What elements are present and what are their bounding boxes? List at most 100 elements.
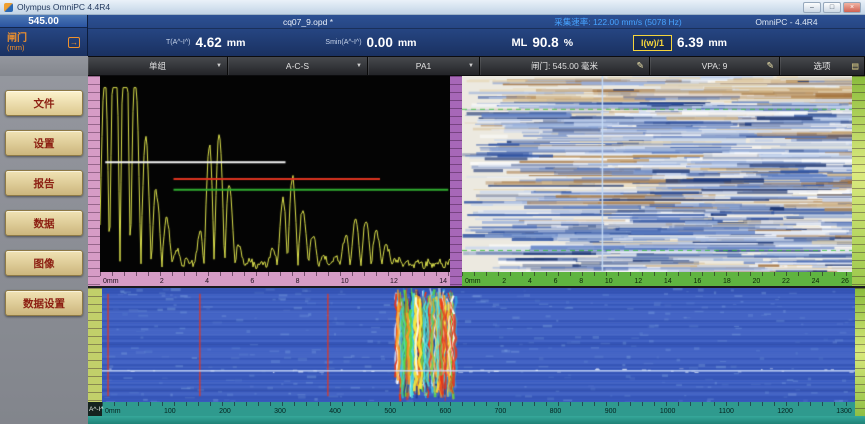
reading-unit: mm — [398, 37, 417, 49]
bscan-panel: A^-I^ 0mm1002003004005006007008009001000… — [88, 286, 865, 416]
sidebar: 文件 设置 报告 数据 图像 数据设置 — [0, 76, 88, 424]
ruler-label: 100 — [164, 408, 176, 415]
chevron-down-icon: ▼ — [356, 63, 362, 69]
minimize-button[interactable]: – — [803, 2, 821, 13]
ruler-label: 4 — [205, 278, 209, 285]
bscan-view[interactable] — [102, 288, 855, 402]
close-button[interactable]: × — [843, 2, 861, 13]
gate-label-group: 闸门 (mm) — [7, 33, 27, 52]
reading-unit: mm — [708, 37, 727, 49]
toolbar-gate-edit[interactable]: 闸门: 545.00 毫米 ✎ — [480, 57, 650, 75]
toolbar-vpa-label: VPA: 9 — [702, 61, 728, 71]
reading-label: ML — [512, 37, 528, 49]
toolbar-group-label: 单组 — [149, 60, 166, 72]
bscan-axis-corner: A^-I^ — [88, 402, 102, 416]
scan-index-ruler — [450, 76, 462, 286]
ruler-label: 1300 — [836, 408, 852, 415]
ruler-label: 26 — [841, 278, 849, 285]
app-icon — [4, 3, 13, 12]
sidebar-item-data[interactable]: 数据 — [5, 210, 83, 236]
ruler-label: 24 — [812, 278, 820, 285]
ruler-label: 22 — [782, 278, 790, 285]
maximize-button[interactable]: □ — [823, 2, 841, 13]
ruler-label: 300 — [274, 408, 286, 415]
toolbar-layout-dropdown[interactable]: A-C-S ▼ — [228, 57, 368, 75]
ruler-label: 4 — [528, 278, 532, 285]
tools-icon: ▤ — [851, 62, 859, 71]
reading-unit: mm — [227, 37, 246, 49]
reading-label: Smin(A^-I^) — [325, 39, 361, 46]
ruler-label: 700 — [495, 408, 507, 415]
ascan-bottom-ruler: 0mm2468101214 — [100, 272, 450, 286]
sidebar-item-image[interactable]: 图像 — [5, 250, 83, 276]
acquisition-rate: 采集速率: 122.00 mm/s (5078 Hz) — [528, 16, 708, 28]
ruler-label: 800 — [550, 408, 562, 415]
ruler-label: 12 — [634, 278, 642, 285]
ruler-label: 18 — [723, 278, 731, 285]
app-version: OmniPC - 4.4R4 — [708, 17, 865, 27]
chevron-down-icon: ▼ — [216, 63, 222, 69]
ruler-label: 6 — [250, 278, 254, 285]
cscan-panel: 0mm2468101214161820222426 — [462, 76, 865, 286]
sidebar-item-data-settings[interactable]: 数据设置 — [5, 290, 83, 316]
acq-rate-value: 122.00 mm/s (5078 Hz) — [593, 17, 682, 27]
ruler-label: 1200 — [777, 408, 793, 415]
ruler-label: 0mm — [465, 278, 481, 285]
ruler-label: 20 — [753, 278, 761, 285]
toolbar-gate-label: 闸门: 545.00 毫米 — [531, 60, 598, 72]
reading-value: 6.39 — [677, 35, 703, 50]
toolbar-probe-label: PA1 — [416, 61, 431, 71]
pencil-icon: ✎ — [636, 61, 644, 72]
ruler-label: 200 — [219, 408, 231, 415]
amplitude-palette-ruler — [852, 76, 865, 286]
toolbar-options-button[interactable]: 选项 ▤ — [780, 57, 865, 75]
bscan-right-ruler — [855, 288, 865, 416]
gate-arrow-icon[interactable]: → — [68, 37, 80, 48]
reading-label-highlighted: I(w)/1 — [633, 35, 672, 51]
toolbar-lead-spacer — [0, 56, 88, 76]
ruler-label: 0mm — [103, 278, 119, 285]
toolbar-vpa-edit[interactable]: VPA: 9 ✎ — [650, 57, 780, 75]
cscan-view[interactable] — [462, 76, 852, 272]
toolbar-group-dropdown[interactable]: 单组 ▼ — [88, 57, 228, 75]
reading-thickness[interactable]: T(A^-I^) 4.62 mm — [166, 35, 245, 50]
header-main: cq07_9.opd * 采集速率: 122.00 mm/s (5078 Hz)… — [88, 15, 865, 56]
readings-bar: T(A^-I^) 4.62 mm Smin(A^-I^) 0.00 mm ML … — [88, 29, 865, 56]
status-strip — [88, 416, 865, 424]
bscan-axis-label: A^-I^ — [88, 406, 103, 413]
reading-iw[interactable]: I(w)/1 6.39 mm — [633, 35, 727, 51]
toolbar-layout-label: A-C-S — [286, 61, 309, 71]
ruler-label: 2 — [502, 278, 506, 285]
ruler-label: 400 — [329, 408, 341, 415]
gate-unit: (mm) — [7, 44, 27, 52]
titlebar: Olympus OmniPC 4.4R4 – □ × — [0, 0, 865, 15]
omnipc-window: Olympus OmniPC 4.4R4 – □ × 545.00 闸门 (mm… — [0, 0, 865, 424]
toolbar-probe-dropdown[interactable]: PA1 ▼ — [368, 57, 480, 75]
ruler-label: 6 — [554, 278, 558, 285]
ruler-label: 10 — [341, 278, 349, 285]
sidebar-item-settings[interactable]: 设置 — [5, 130, 83, 156]
sidebar-item-report[interactable]: 报告 — [5, 170, 83, 196]
reading-value: 4.62 — [195, 35, 221, 50]
bscan-bottom-ruler: 0mm1002003004005006007008009001000110012… — [102, 402, 855, 416]
gate-readout[interactable]: 545.00 闸门 (mm) → — [0, 15, 88, 56]
ruler-label: 1000 — [660, 408, 676, 415]
sidebar-item-file[interactable]: 文件 — [5, 90, 83, 116]
acq-rate-label: 采集速率: — [554, 17, 590, 27]
ruler-label: 16 — [693, 278, 701, 285]
ruler-label: 14 — [664, 278, 672, 285]
reading-ml[interactable]: ML 90.8 % — [512, 35, 574, 50]
ruler-label: 8 — [296, 278, 300, 285]
ruler-label: 12 — [390, 278, 398, 285]
ascan-view[interactable] — [100, 76, 450, 272]
filename: cq07_9.opd * — [88, 17, 528, 27]
ruler-label: 10 — [605, 278, 613, 285]
reading-label: T(A^-I^) — [166, 39, 190, 46]
reading-smin[interactable]: Smin(A^-I^) 0.00 mm — [325, 35, 416, 50]
toolbar: 单组 ▼ A-C-S ▼ PA1 ▼ 闸门: 545.00 毫米 ✎ VPA: … — [0, 56, 865, 76]
ruler-label: 8 — [579, 278, 583, 285]
ruler-label: 1100 — [719, 408, 734, 415]
ruler-label: 500 — [384, 408, 396, 415]
ruler-label: 900 — [605, 408, 617, 415]
chevron-down-icon: ▼ — [468, 63, 474, 69]
